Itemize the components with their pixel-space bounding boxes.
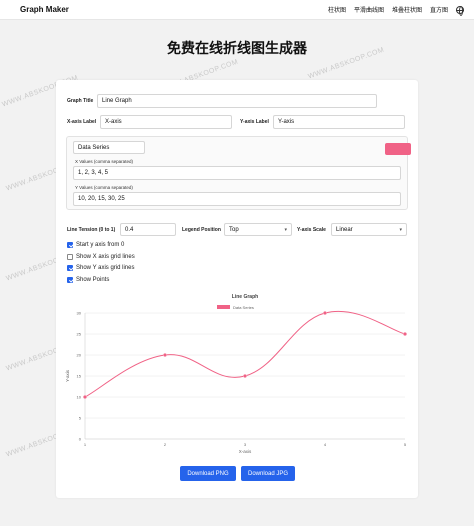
checkbox-y-grid[interactable]: Show Y axis grid lines xyxy=(67,265,134,271)
tension-input[interactable]: 0.4 xyxy=(120,223,176,236)
checkbox-box[interactable] xyxy=(67,265,73,271)
graph-maker-card: Graph Title Line Graph X-axis Label X-ax… xyxy=(56,80,418,498)
x-tick-label: 3 xyxy=(244,442,247,447)
checkbox-label: Show X axis grid lines xyxy=(76,254,135,260)
series-line xyxy=(84,310,406,398)
checkbox-label: Show Points xyxy=(76,277,110,283)
y-axis-scale-select[interactable]: Linear ▾ xyxy=(331,223,407,236)
graph-title-label: Graph Title xyxy=(67,98,94,104)
checkbox-box[interactable] xyxy=(67,254,73,260)
x-values-input[interactable]: 1, 2, 3, 4, 5 xyxy=(73,166,401,180)
y-tick-label: 20 xyxy=(77,353,82,358)
checkbox-label: Show Y axis grid lines xyxy=(76,265,135,271)
download-jpg-button[interactable]: Download JPG xyxy=(241,466,295,481)
nav-links: 柱状图 平滑曲线图 堆叠柱状图 直方图 xyxy=(328,5,464,16)
x-values-label: X Values (comma separated) xyxy=(75,159,133,164)
y-tick-label: 0 xyxy=(79,437,82,442)
legend-position-select[interactable]: Top ▾ xyxy=(224,223,292,236)
nav-link-stacked-bar[interactable]: 堆叠柱状图 xyxy=(392,5,422,14)
tension-row: Line Tension (0 to 1) 0.4 xyxy=(67,223,176,236)
series-name-input[interactable]: Data Series xyxy=(73,141,145,154)
checkbox-show-points[interactable]: Show Points xyxy=(67,277,109,283)
x-tick-label: 1 xyxy=(84,442,87,447)
series-color-picker[interactable] xyxy=(385,143,411,155)
download-png-button[interactable]: Download PNG xyxy=(180,466,236,481)
data-point xyxy=(403,332,407,336)
nav-link-smooth-line[interactable]: 平滑曲线图 xyxy=(354,5,384,14)
legend-label: Data Series xyxy=(233,305,254,310)
y-axis-label-label: Y-axis Label xyxy=(240,119,269,125)
legend-swatch xyxy=(217,305,230,309)
line-chart: Line Graph Data Series 0 5 10 15 20 25 30 1 2 3 4 5 X-… xyxy=(65,294,407,454)
data-series-panel: Data Series X Values (comma separated) 1… xyxy=(66,136,411,210)
tension-label: Line Tension (0 to 1) xyxy=(67,226,116,233)
data-point xyxy=(83,395,87,399)
y-tick-label: 5 xyxy=(79,416,82,421)
nav-link-bar-chart[interactable]: 柱状图 xyxy=(328,5,346,14)
checkbox-x-grid[interactable]: Show X axis grid lines xyxy=(67,254,135,260)
checkbox-box[interactable] xyxy=(67,242,73,248)
data-point xyxy=(323,311,327,315)
chevron-down-icon: ▾ xyxy=(284,226,287,233)
legend-position-value: Top xyxy=(229,226,239,233)
x-tick-label: 5 xyxy=(404,442,407,447)
chart-title: Line Graph xyxy=(232,294,258,300)
checkbox-label: Start y axis from 0 xyxy=(76,242,125,248)
y-axis-label-row: Y-axis Label Y-axis xyxy=(240,115,405,129)
graph-title-row: Graph Title Line Graph xyxy=(67,94,377,108)
y-tick-label: 15 xyxy=(77,374,82,379)
x-axis-label-input[interactable]: X-axis xyxy=(100,115,232,129)
y-axis-scale-row: Y-axis Scale Linear ▾ xyxy=(297,223,407,236)
x-tick-label: 2 xyxy=(164,442,167,447)
page-title: 免费在线折线图生成器 xyxy=(167,40,307,56)
top-navbar: Graph Maker 柱状图 平滑曲线图 堆叠柱状图 直方图 xyxy=(0,0,474,20)
data-point xyxy=(163,353,167,357)
nav-link-histogram[interactable]: 直方图 xyxy=(430,5,448,14)
x-axis-label-label: X-axis Label xyxy=(67,119,97,125)
y-values-label: Y Values (comma separated) xyxy=(75,185,133,190)
y-axis-title: Y-axis xyxy=(65,369,70,382)
y-tick-label: 30 xyxy=(77,311,82,316)
chevron-down-icon: ▾ xyxy=(399,226,402,233)
legend-position-label: Legend Position xyxy=(182,226,221,233)
graph-title-input[interactable]: Line Graph xyxy=(97,94,377,108)
legend-position-row: Legend Position Top ▾ xyxy=(182,223,292,236)
x-axis-title: X-axis xyxy=(239,449,252,454)
y-tick-label: 10 xyxy=(77,395,82,400)
y-values-input[interactable]: 10, 20, 15, 30, 25 xyxy=(73,192,401,206)
y-axis-scale-value: Linear xyxy=(336,226,353,233)
globe-icon[interactable] xyxy=(456,5,464,16)
y-axis-scale-label: Y-axis Scale xyxy=(297,226,326,233)
x-axis-label-row: X-axis Label X-axis xyxy=(67,115,232,129)
y-axis-label-input[interactable]: Y-axis xyxy=(273,115,405,129)
brand-logo[interactable]: Graph Maker xyxy=(20,5,69,14)
checkbox-box[interactable] xyxy=(67,277,73,283)
x-tick-label: 4 xyxy=(324,442,327,447)
y-tick-label: 25 xyxy=(77,332,82,337)
checkbox-start-y-zero[interactable]: Start y axis from 0 xyxy=(67,242,124,248)
data-point xyxy=(243,374,247,378)
